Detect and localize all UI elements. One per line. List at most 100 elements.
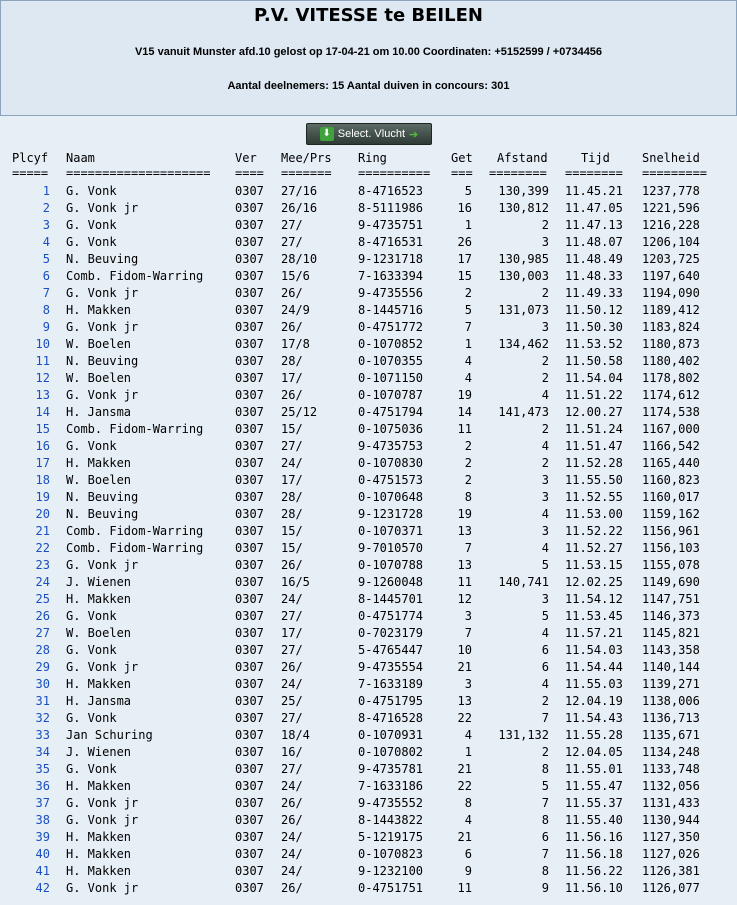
afstand-cell: 3 [541,490,549,504]
place-cell[interactable]: 19 [12,489,50,506]
table-row: 22 Comb. Fidom-Warring 0307 15/9-7010570 7 4 1… [0,540,737,557]
tijd-cell: 11.55.01 [565,762,623,776]
place-cell[interactable]: 32 [12,710,50,727]
place-cell[interactable]: 38 [12,812,50,829]
tijd-cell: 12.02.25 [565,575,623,589]
afstand-cell: 3 [541,320,549,334]
tijd-cell: 11.49.33 [565,286,623,300]
place-cell[interactable]: 14 [12,404,50,421]
place-cell[interactable]: 26 [12,608,50,625]
name-cell: W. Boelen [66,473,132,487]
afstand-cell: 3 [541,524,549,538]
place-cell[interactable]: 2 [12,200,50,217]
afstand-cell: 131,132 [498,728,549,742]
ring-cell: 5-4765447 [358,643,424,657]
get-cell: 2 [464,439,472,453]
ver-cell: 0307 [235,439,264,453]
col-header-ver: Ver [235,151,257,165]
mee-prs-cell: 24/ [281,456,303,470]
place-cell[interactable]: 29 [12,659,50,676]
place-cell[interactable]: 10 [12,336,50,353]
place-cell[interactable]: 5 [12,251,50,268]
ring-cell: 0-1070931 [358,728,424,742]
place-cell[interactable]: 28 [12,642,50,659]
table-row: 17 H. Makken 0307 24/0-1070830 2 2 11.52.28 116… [0,455,737,472]
tijd-cell: 11.50.58 [565,354,623,368]
tijd-cell: 11.55.50 [565,473,623,487]
name-cell: H. Makken [66,847,132,861]
select-flight-button[interactable]: ⬇ Select. Vlucht ➔ [306,123,432,145]
get-cell: 4 [464,354,472,368]
ring-cell: 8-5111986 [358,201,424,215]
place-cell[interactable]: 35 [12,761,50,778]
place-cell[interactable]: 13 [12,387,50,404]
mee-prs-cell: 27/ [281,218,303,232]
place-cell[interactable]: 12 [12,370,50,387]
tijd-cell: 11.56.16 [565,830,623,844]
place-cell[interactable]: 39 [12,829,50,846]
place-cell[interactable]: 16 [12,438,50,455]
place-cell[interactable]: 8 [12,302,50,319]
tijd-cell: 11.48.33 [565,269,623,283]
place-cell[interactable]: 27 [12,625,50,642]
get-cell: 11 [457,881,472,895]
get-cell: 14 [457,405,472,419]
mee-prs-cell: 28/ [281,354,303,368]
name-cell: W. Boelen [66,626,132,640]
place-cell[interactable]: 21 [12,523,50,540]
place-cell[interactable]: 23 [12,557,50,574]
place-cell[interactable]: 4 [12,234,50,251]
snelheid-cell: 1183,824 [642,320,700,334]
snelheid-cell: 1130,944 [642,813,700,827]
place-cell[interactable]: 22 [12,540,50,557]
table-row: 19 N. Beuving 0307 28/0-1070648 8 3 11.52.55 11… [0,489,737,506]
place-cell[interactable]: 37 [12,795,50,812]
col-header-ring: Ring [358,151,387,165]
name-cell: G. Vonk jr [66,558,139,572]
name-cell: G. Vonk jr [66,286,139,300]
name-cell: J. Wienen [66,575,132,589]
place-cell[interactable]: 42 [12,880,50,897]
place-cell[interactable]: 40 [12,846,50,863]
place-cell[interactable]: 15 [12,421,50,438]
place-cell[interactable]: 7 [12,285,50,302]
table-row: 18 W. Boelen 0307 17/0-4751573 2 3 11.55.50 116… [0,472,737,489]
place-cell[interactable]: 3 [12,217,50,234]
place-cell[interactable]: 24 [12,574,50,591]
place-cell[interactable]: 1 [12,183,50,200]
place-cell[interactable]: 6 [12,268,50,285]
place-cell[interactable]: 20 [12,506,50,523]
place-cell[interactable]: 33 [12,727,50,744]
place-cell[interactable]: 41 [12,863,50,880]
place-cell[interactable]: 25 [12,591,50,608]
place-cell[interactable]: 31 [12,693,50,710]
tijd-cell: 11.47.05 [565,201,623,215]
snelheid-cell: 1126,381 [642,864,700,878]
place-cell[interactable]: 17 [12,455,50,472]
get-cell: 3 [464,677,472,691]
place-cell[interactable]: 36 [12,778,50,795]
table-row: 4 G. Vonk 0307 27/8-4716531 26 3 11.48.07 1206,… [0,234,737,251]
snelheid-cell: 1134,248 [642,745,700,759]
ring-cell: 9-4735554 [358,660,424,674]
table-row: 31 H. Jansma 0307 25/0-4751795 13 2 12.04.19 11… [0,693,737,710]
place-cell[interactable]: 9 [12,319,50,336]
get-cell: 16 [457,201,472,215]
get-cell: 19 [457,507,472,521]
place-cell[interactable]: 18 [12,472,50,489]
name-cell: H. Jansma [66,694,132,708]
place-cell[interactable]: 11 [12,353,50,370]
tijd-cell: 11.54.12 [565,592,623,606]
place-cell[interactable]: 34 [12,744,50,761]
ver-cell: 0307 [235,218,264,232]
afstand-cell: 4 [541,626,549,640]
table-row: 12 W. Boelen 0307 17/0-1071150 4 2 11.54.04 117… [0,370,737,387]
mee-prs-cell: 27/ [281,439,303,453]
tijd-cell: 11.55.37 [565,796,623,810]
mee-prs-cell: 27/ [281,235,303,249]
table-row: 35 G. Vonk 0307 27/9-4735781 21 8 11.55.01 1133… [0,761,737,778]
snelheid-cell: 1140,144 [642,660,700,674]
get-cell: 1 [464,337,472,351]
ver-cell: 0307 [235,592,264,606]
place-cell[interactable]: 30 [12,676,50,693]
